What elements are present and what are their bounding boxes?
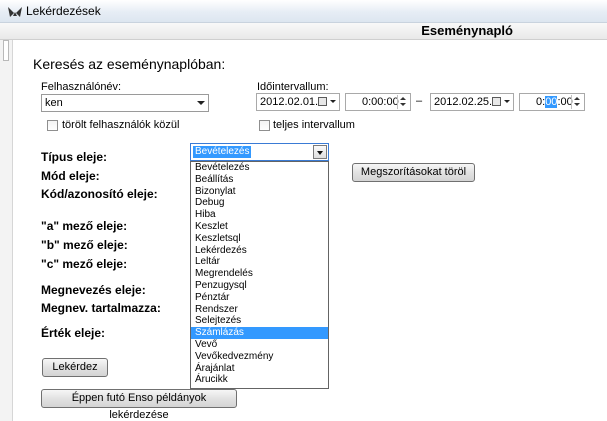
deleted-users-label: törölt felhasználók közül [62, 119, 180, 131]
full-interval-label: teljes intervallum [273, 119, 355, 131]
page-title: Eseménynapló [421, 23, 513, 38]
end-time-spinner[interactable] [571, 95, 583, 109]
dropdown-option[interactable]: Bizonylat [191, 186, 328, 198]
window-titlebar: Lekérdezések [0, 0, 607, 23]
deleted-users-checkbox[interactable] [47, 120, 58, 131]
spin-down-icon[interactable] [400, 103, 406, 106]
dropdown-option[interactable]: Vevőkedvezmény [191, 351, 328, 363]
start-date-field[interactable]: 2012.02.01. [256, 93, 340, 111]
dropdown-option[interactable]: Rendszer [191, 304, 328, 316]
type-combo-value: Bevételezés [191, 145, 253, 159]
a-field-label: "a" mező eleje: [41, 219, 128, 233]
dropdown-option[interactable]: Árucikk [191, 374, 328, 386]
end-time-field[interactable]: 0:00:00 [519, 93, 585, 111]
dropdown-option[interactable]: Penzugysql [191, 280, 328, 292]
type-label: Típus eleje: [41, 150, 108, 164]
interval-separator: – [416, 95, 423, 107]
dropdown-option[interactable]: Vevő [191, 339, 328, 351]
username-combo[interactable]: ken [41, 94, 209, 112]
start-time-field[interactable]: 0:00:00 [345, 93, 411, 111]
b-field-label: "b" mező eleje: [41, 238, 128, 252]
name-label: Megnevezés eleje: [41, 283, 146, 297]
spin-down-icon[interactable] [574, 103, 580, 106]
end-time-value-before: 0: [536, 96, 546, 108]
c-field-label: "c" mező eleje: [41, 257, 128, 271]
chevron-down-icon [197, 101, 205, 105]
type-dropdown-list[interactable]: Bevételezés Beállítás Bizonylat Debug Hiba Ke… [190, 161, 329, 389]
clear-filters-button[interactable]: Megszorításokat töröl [352, 163, 475, 182]
spin-up-icon[interactable] [574, 97, 580, 100]
window-title: Lekérdezések [26, 4, 101, 18]
dropdown-option[interactable]: Selejtezés [191, 315, 328, 327]
end-date-value: 2012.02.25. [434, 96, 493, 108]
dropdown-option[interactable]: Debug [191, 197, 328, 209]
mode-label: Mód eleje: [41, 169, 100, 183]
end-time-selected: 00 [545, 96, 558, 108]
dropdown-option[interactable]: Lekérdezés [191, 245, 328, 257]
dropdown-option[interactable]: Árajánlat [191, 363, 328, 375]
full-interval-checkbox[interactable] [259, 120, 270, 131]
dropdown-option[interactable]: Keszlet [191, 221, 328, 233]
username-value: ken [45, 97, 63, 109]
start-time-spinner[interactable] [397, 95, 409, 109]
code-label: Kód/azonosító eleje: [41, 187, 158, 201]
left-strip-thumb[interactable] [3, 40, 9, 61]
dropdown-option[interactable]: Pénztár [191, 292, 328, 304]
dropdown-option[interactable]: Megrendelés [191, 268, 328, 280]
name-contains-label: Megnev. tartalmazza: [41, 301, 161, 315]
calendar-dropdown-icon[interactable] [317, 95, 337, 109]
username-label: Felhasználónév: [41, 81, 122, 93]
arrows-app-icon [8, 7, 22, 17]
query-button[interactable]: Lekérdez [42, 358, 108, 377]
section-title: Keresés az eseménynaplóban: [33, 56, 226, 72]
spin-up-icon[interactable] [400, 97, 406, 100]
start-time-value-before: 0:00 [362, 96, 384, 108]
dropdown-option[interactable]: Hiba [191, 209, 328, 221]
interval-label: Időintervallum: [257, 81, 329, 93]
dropdown-option[interactable]: Beállítás [191, 174, 328, 186]
value-label: Érték eleje: [41, 326, 106, 340]
type-combo[interactable]: Bevételezés [190, 143, 329, 161]
start-date-value: 2012.02.01. [260, 96, 319, 108]
dropdown-option[interactable]: Számlázás [191, 327, 328, 339]
running-instances-button[interactable]: Éppen futó Enso példányok lekérdezése [41, 389, 237, 421]
chevron-down-icon [317, 151, 323, 155]
page-header: Eseménynapló [0, 23, 607, 40]
end-date-field[interactable]: 2012.02.25. [430, 93, 514, 111]
dropdown-option[interactable]: Leltár [191, 256, 328, 268]
dropdown-option[interactable]: Bevételezés [191, 162, 328, 174]
dropdown-option[interactable]: Keszletsql [191, 233, 328, 245]
left-scroll-strip[interactable] [0, 40, 13, 421]
calendar-dropdown-icon[interactable] [491, 95, 511, 109]
type-combo-dropdown-button[interactable] [313, 145, 327, 159]
